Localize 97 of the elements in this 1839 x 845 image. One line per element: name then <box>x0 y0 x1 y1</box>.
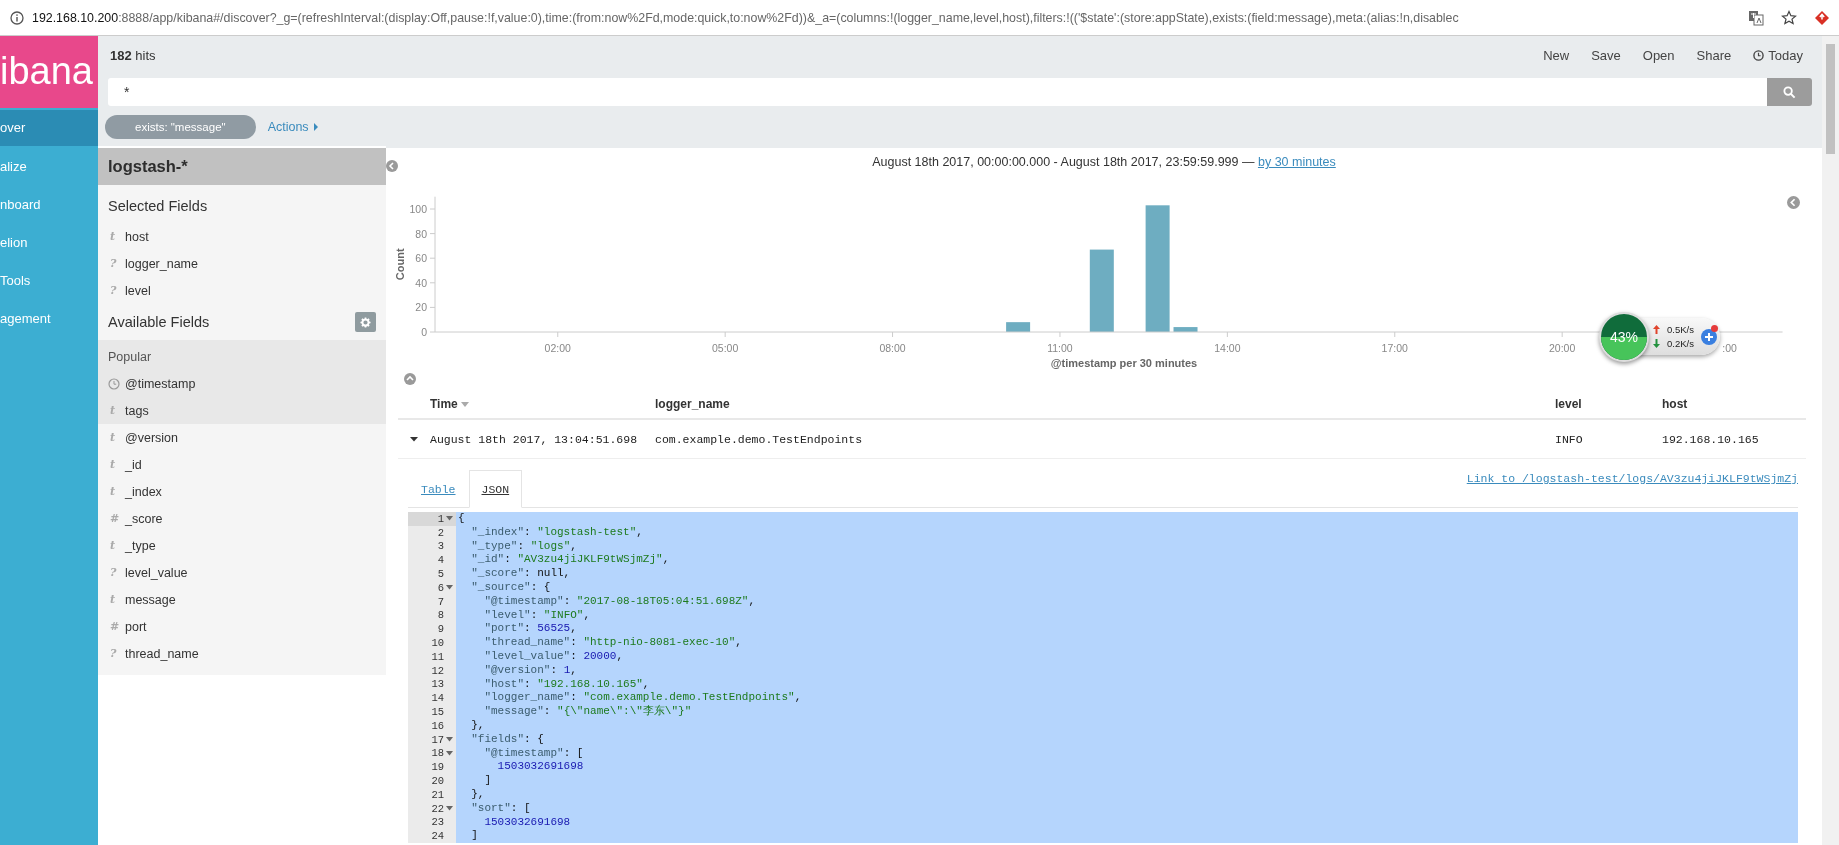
line-number: 15 <box>408 705 456 719</box>
sort-caret-icon[interactable] <box>460 401 469 407</box>
tab[interactable]: JSON <box>468 470 523 508</box>
field-item[interactable]: ? logger_name <box>98 250 386 277</box>
line-number: 19 <box>408 760 456 775</box>
field-item[interactable]: ? level_value <box>98 559 386 586</box>
field-item[interactable]: t @version <box>98 424 386 451</box>
field-item[interactable]: # port <box>98 613 386 640</box>
tick-label: 40 <box>415 276 427 289</box>
field-item[interactable]: ? thread_name <box>98 640 386 667</box>
collapse-icon[interactable] <box>404 373 416 385</box>
tab[interactable]: Table <box>408 470 469 508</box>
document-link[interactable]: Link to /logstash-test/logs/AV3zu4jiJKLF9tWSjmZj <box>1466 472 1798 485</box>
search-field[interactable]: * <box>108 78 1767 106</box>
clock-icon <box>108 377 120 390</box>
translate-icon[interactable] <box>1748 9 1764 26</box>
plus-icon <box>1704 332 1714 342</box>
field-item[interactable]: # _score <box>98 505 386 532</box>
gauge-reading: 43% <box>1610 329 1638 345</box>
fold-caret-icon[interactable] <box>446 806 453 812</box>
column-header[interactable]: host <box>1662 397 1688 411</box>
section-title: Selected Fields <box>107 197 209 216</box>
axis-title: Count <box>394 248 406 281</box>
collapse-icon[interactable] <box>1787 196 1800 209</box>
time-picker-button[interactable]: Today <box>1744 45 1812 65</box>
search-icon <box>1783 85 1796 99</box>
table-cell: 192.168.10.165 <box>1662 432 1759 446</box>
url-text[interactable]: 192.168.10.200:8888/app/kibana#/discover?_g=(refreshInterval:(display:Off,pause:!f,value:0),time:(from:now%2Fd,mode:quick,to:now%2Fd))&_a=(columns:!(logger_name,level,host),filters:!(('$state':(store:appState),exists:(field:message),meta:(alias:!n,disablec <box>32 10 1740 25</box>
group-label: Popular <box>108 350 152 364</box>
field-item[interactable]: @timestamp <box>98 370 386 397</box>
collapse-icon[interactable] <box>386 160 398 172</box>
tick-label: 60 <box>415 252 427 265</box>
menu-link[interactable]: Open <box>1633 45 1684 65</box>
notification-dot <box>1711 325 1718 332</box>
tick-label: 05:00 <box>712 342 739 354</box>
line-number: 5 <box>408 567 456 581</box>
interval-link[interactable]: by 30 minutes <box>1257 155 1336 169</box>
column-header[interactable]: level <box>1555 397 1582 411</box>
caret-icon <box>312 123 319 131</box>
hit-count: 182 hits <box>110 47 156 63</box>
line-number: 24 <box>408 829 456 844</box>
nav-item[interactable]: over <box>0 110 98 146</box>
tick-label: 14:00 <box>1214 342 1241 354</box>
scrollbar[interactable] <box>1822 36 1839 845</box>
field-item[interactable]: t message <box>98 586 386 613</box>
tick-label: 20 <box>415 301 427 314</box>
field-item[interactable]: t host <box>98 223 386 250</box>
search-button[interactable] <box>1767 78 1812 106</box>
tick-label: 17:00 <box>1381 342 1408 354</box>
expand-caret-icon[interactable] <box>410 435 418 443</box>
logo-text[interactable]: ibana <box>0 36 98 108</box>
star-icon[interactable] <box>1781 9 1797 26</box>
tick-label: 02:00 <box>544 342 571 354</box>
line-number: 9 <box>408 622 456 637</box>
tick-label: 20:00 <box>1549 342 1576 354</box>
clock-icon <box>1753 49 1765 61</box>
line-number: 14 <box>408 691 456 706</box>
field-item[interactable]: t tags <box>98 397 386 424</box>
tick-label: 80 <box>415 227 427 240</box>
column-header[interactable]: logger_name <box>655 397 730 411</box>
column-header[interactable]: Time <box>430 397 469 411</box>
menu-link[interactable]: Save <box>1582 45 1630 65</box>
line-number: 10 <box>408 636 456 650</box>
fold-caret-icon[interactable] <box>446 516 453 522</box>
tick-label: 100 <box>409 203 427 215</box>
info-icon[interactable] <box>10 10 24 25</box>
extension-icon[interactable] <box>1814 9 1830 26</box>
fold-caret-icon[interactable] <box>446 585 453 591</box>
index-pattern-title[interactable]: logstash-* <box>98 148 386 185</box>
line-number: 1 <box>408 512 456 526</box>
add-button[interactable] <box>1701 329 1717 345</box>
bar[interactable] <box>1006 322 1031 332</box>
upload-speed: 0.5K/s <box>1667 324 1694 335</box>
field-item[interactable]: ? level <box>98 277 386 304</box>
field-item[interactable]: t _index <box>98 478 386 505</box>
gear-icon <box>360 316 371 328</box>
line-number: 4 <box>408 553 456 568</box>
line-number: 20 <box>408 774 456 788</box>
down-arrow-icon <box>1653 339 1660 348</box>
field-item[interactable]: t _type <box>98 532 386 559</box>
section-title: Available Fields <box>108 314 210 330</box>
axis-title: @timestamp per 30 minutes <box>1050 357 1198 369</box>
time-range: August 18th 2017, 00:00:00.000 - August 18th 2017, 23:59:59.999 — by 30 minutes <box>872 155 1336 169</box>
up-arrow-icon <box>1653 325 1660 334</box>
bar[interactable] <box>1089 249 1114 332</box>
table-cell: INFO <box>1555 432 1583 446</box>
tick-label: :00 <box>1722 342 1737 354</box>
settings-button[interactable] <box>355 312 376 332</box>
table-cell: August 18th 2017, 13:04:51.698 <box>430 432 638 446</box>
download-speed: 0.2K/s <box>1667 338 1694 349</box>
table-cell: com.example.demo.TestEndpoints <box>655 432 863 446</box>
menu-link[interactable]: New <box>1534 45 1579 65</box>
field-item[interactable]: t _id <box>98 451 386 478</box>
tick-label: 0 <box>421 326 427 338</box>
tick-label: 08:00 <box>879 342 906 354</box>
tick-label: 11:00 <box>1047 342 1073 354</box>
menu-link[interactable]: Share <box>1687 45 1741 65</box>
